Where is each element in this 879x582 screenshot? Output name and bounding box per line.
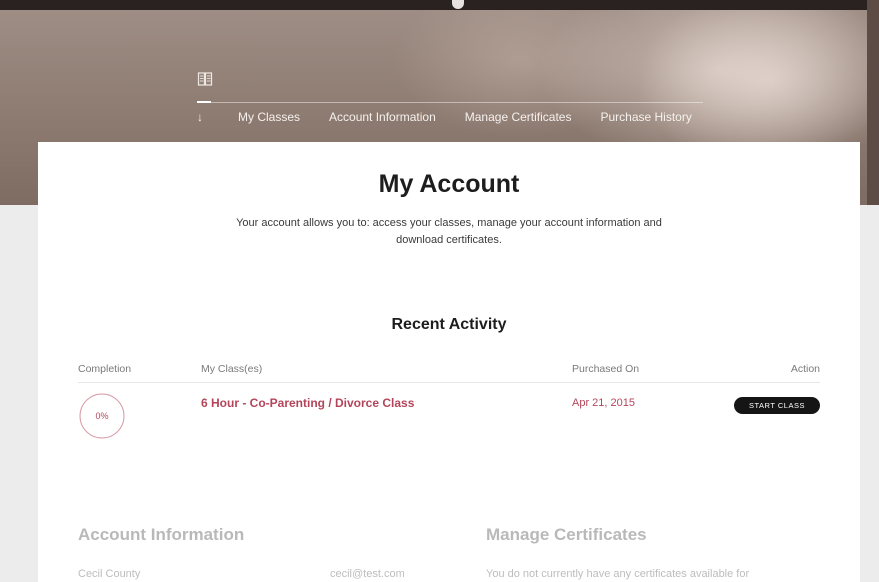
top-bar — [0, 0, 879, 10]
nav-divider — [197, 101, 703, 103]
account-information-title: Account Information — [78, 525, 245, 544]
completion-percent: 0% — [95, 411, 109, 421]
top-bar-handle — [452, 0, 464, 9]
recent-activity-title: Recent Activity — [391, 316, 507, 333]
table-header-divider — [78, 382, 820, 383]
tab-purchase-history[interactable]: Purchase History — [600, 110, 691, 124]
page-title: My Account — [378, 170, 520, 198]
class-link[interactable]: 6 Hour - Co-Parenting / Divorce Class — [201, 396, 414, 410]
hero-edge — [867, 0, 879, 205]
manage-certificates-title: Manage Certificates — [486, 525, 647, 544]
nav-divider-accent — [197, 101, 211, 103]
book-icon — [197, 72, 213, 86]
account-email: cecil@test.com — [330, 568, 405, 580]
account-nav: ↓ My Classes Account Information Manage … — [197, 108, 692, 126]
completion-progress-ring: 0% — [78, 392, 126, 440]
start-class-button[interactable]: START CLASS — [734, 397, 820, 414]
arrow-down-icon[interactable]: ↓ — [197, 110, 209, 124]
certificates-empty-message: You do not currently have any certificat… — [486, 568, 750, 580]
tab-account-information[interactable]: Account Information — [329, 110, 436, 124]
column-header-action: Action — [790, 363, 820, 375]
purchased-date: Apr 21, 2015 — [572, 397, 635, 409]
column-header-purchased: Purchased On — [572, 363, 640, 375]
tab-my-classes[interactable]: My Classes — [238, 110, 300, 124]
page-intro: Your account allows you to: access your … — [236, 217, 662, 246]
column-header-completion: Completion — [78, 363, 132, 375]
tab-manage-certificates[interactable]: Manage Certificates — [465, 110, 572, 124]
account-card: My Account Your account allows you to: a… — [38, 142, 860, 582]
column-header-classes: My Class(es) — [201, 363, 263, 375]
account-name: Cecil County — [78, 568, 141, 580]
